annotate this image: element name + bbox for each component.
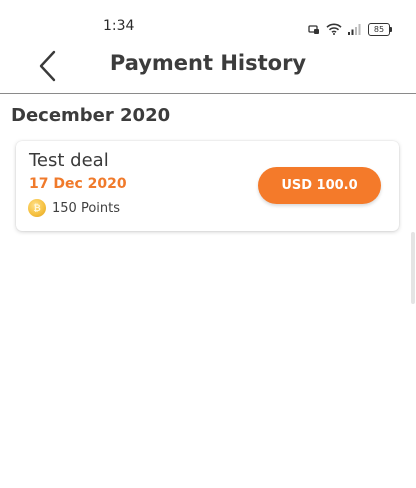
wifi-icon: [326, 20, 342, 39]
status-time: 1:34: [103, 18, 135, 34]
points-text: 150 Points: [52, 200, 120, 216]
signal-icon: [348, 20, 362, 39]
coin-icon: ₿: [28, 199, 46, 217]
deal-name: Test deal: [29, 150, 109, 171]
status-icons: 85: [308, 20, 392, 39]
page-title: Payment History: [109, 51, 307, 75]
points-row: ₿ 150 Points: [28, 199, 120, 217]
scrollbar[interactable]: [411, 232, 415, 304]
status-bar: 1:34 85: [0, 0, 416, 40]
header: Payment History: [0, 40, 416, 94]
amount-button[interactable]: USD 100.0: [258, 167, 381, 204]
section-heading: December 2020: [11, 105, 171, 126]
battery-icon: 85: [368, 23, 392, 36]
payment-card[interactable]: Test deal 17 Dec 2020 ₿ 150 Points USD 1…: [16, 141, 399, 231]
deal-date: 17 Dec 2020: [29, 176, 127, 192]
screen-cast-icon: [308, 20, 320, 39]
